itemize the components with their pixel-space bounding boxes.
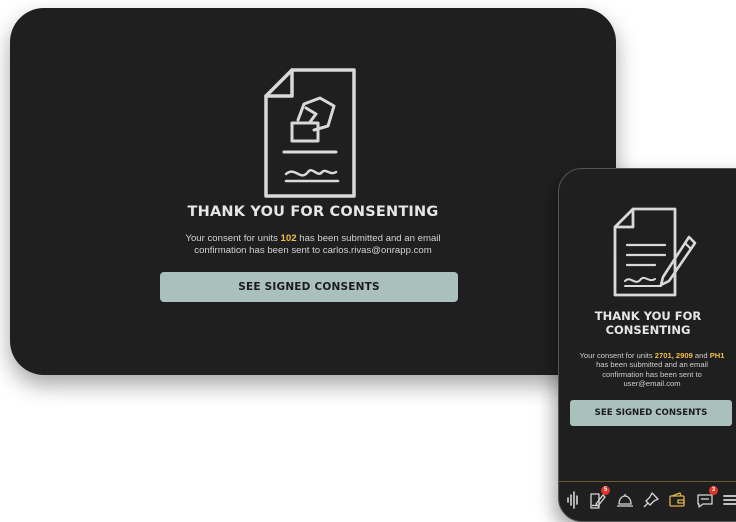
tab-waveform[interactable] [565, 490, 585, 510]
email-address: user@email.com [623, 379, 681, 389]
see-signed-consents-button[interactable]: SEE SIGNED CONSENTS [160, 272, 458, 302]
tab-chat[interactable]: 3 [695, 486, 718, 510]
tab-wallet[interactable] [667, 490, 687, 510]
see-signed-consents-button[interactable]: SEE SIGNED CONSENTS [570, 400, 732, 426]
phone-screen: THANK YOU FOR CONSENTING Your consent fo… [558, 168, 736, 522]
message-and: and [692, 351, 710, 360]
confirmation-message: Your consent for units 2701, 2909 and PH… [577, 351, 727, 389]
tab-sign[interactable]: 5 [587, 486, 610, 510]
service-bell-icon [617, 494, 633, 507]
message-prefix: Your consent for units [579, 351, 655, 360]
tab-menu[interactable] [721, 490, 736, 510]
bottom-tab-bar: 5 3 [559, 481, 736, 521]
title-line-2: CONSENTING [605, 323, 691, 337]
unit-numbers: 102 [280, 233, 297, 244]
message-prefix: Your consent for units [185, 233, 281, 244]
confirmation-message: Your consent for units 102 has been subm… [160, 233, 466, 257]
page-title: THANK YOU FOR CONSENTING [559, 309, 736, 337]
tablet-screen: THANK YOU FOR CONSENTING Your consent fo… [10, 8, 616, 375]
tab-pin[interactable] [641, 490, 661, 510]
unit-numbers-2: PH1 [709, 351, 725, 360]
unit-numbers: 2701, 2909 [654, 351, 693, 360]
pin-icon [643, 492, 659, 508]
title-line-1: THANK YOU FOR [594, 309, 702, 323]
notification-badge: 3 [709, 486, 718, 495]
stage: THANK YOU FOR CONSENTING Your consent fo… [0, 0, 736, 522]
signed-document-pen-icon [613, 207, 697, 297]
page-title: THANK YOU FOR CONSENTING [187, 204, 439, 220]
waveform-icon [567, 491, 578, 509]
tab-service[interactable] [615, 490, 635, 510]
email-address: carlos.rivas@onrapp.com [322, 245, 432, 256]
menu-icon [723, 495, 736, 505]
wallet-icon [669, 492, 685, 507]
message-middle: has been submitted and an email confirma… [596, 360, 708, 379]
signed-document-ballot-icon [264, 68, 356, 198]
notification-badge: 5 [601, 486, 610, 495]
